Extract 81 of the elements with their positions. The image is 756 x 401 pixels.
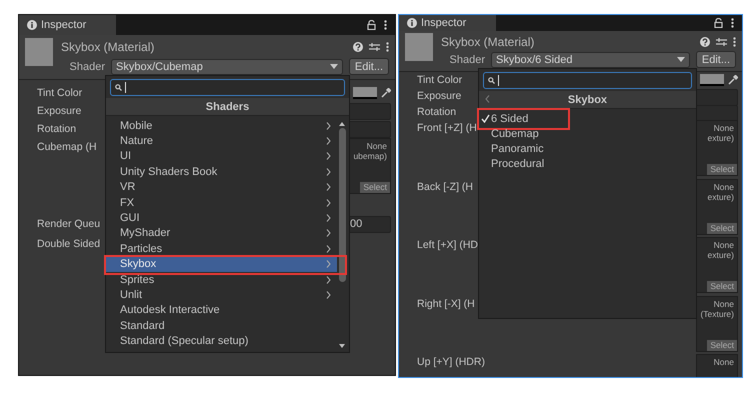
menu-item-label: Standard: [120, 320, 166, 332]
texture-slot[interactable]: None (Texture) Select: [696, 296, 738, 352]
texture-slot[interactable]: None ubemap) Select: [349, 138, 391, 194]
property-label: Right [-X] (H: [417, 296, 475, 312]
shader-label: Shader: [448, 54, 485, 66]
property-label: Cubemap (H: [37, 140, 97, 155]
menu-item[interactable]: Unity Shaders Book: [106, 164, 337, 180]
property-label: Rotation: [37, 122, 76, 137]
property-label: Exposure: [37, 104, 82, 119]
texture-slot[interactable]: None exture) Select: [696, 178, 738, 234]
property-label: Tint Color: [37, 86, 82, 101]
number-field[interactable]: 00: [347, 216, 391, 233]
menu-item[interactable]: 6 Sided: [479, 111, 696, 126]
menu-item-label: Skybox: [120, 258, 158, 270]
menu-item-label: GUI: [120, 212, 141, 224]
menu-item[interactable]: Particles: [106, 241, 337, 257]
menu-item-label: UI: [120, 150, 132, 162]
property-label: Front [+Z] (H: [417, 121, 477, 136]
menu-item-label: Unlit: [120, 288, 144, 301]
menu-item-label: Nature: [120, 135, 154, 148]
slot-text: None: [714, 123, 734, 133]
property-label: Exposure: [417, 89, 462, 104]
property-label: Tint Color: [417, 73, 462, 88]
property-label: Double Sided: [37, 237, 100, 252]
menu-item-label: Particles: [120, 242, 164, 255]
inspector-tab[interactable]: Inspector: [399, 15, 496, 31]
menu-item[interactable]: GUI: [106, 210, 337, 226]
property-label: Left [+X] (HD: [417, 238, 478, 253]
slot-text: exture): [708, 250, 734, 260]
menu-item[interactable]: Autodesk Interactive: [106, 302, 337, 318]
texture-slot[interactable]: None: [696, 354, 738, 377]
texture-slot[interactable]: None exture) Select: [696, 237, 738, 293]
slot-text: exture): [708, 133, 734, 143]
slot-text: (Texture): [700, 308, 734, 318]
menu-title: Skybox: [568, 94, 608, 106]
shader-dropdown[interactable]: Skybox/6 Sided: [491, 52, 690, 68]
menu-item-label: Standard (Specular setup): [120, 335, 250, 348]
inspector-tab[interactable]: Inspector: [19, 15, 116, 35]
menu-item-label: Panoramic: [491, 142, 545, 154]
property-label: Up [+Y] (HDR): [417, 355, 485, 370]
menu-item-label: Cubemap: [491, 128, 540, 140]
menu-item-label: Sprites: [120, 274, 156, 286]
slot-text: None: [714, 357, 734, 367]
material-title: Skybox (Material): [61, 40, 154, 54]
menu-item[interactable]: Sprites: [106, 272, 337, 288]
property-label: Render Queu: [37, 217, 100, 232]
slot-text: None: [714, 298, 734, 308]
texture-slot[interactable]: None exture) Select: [696, 120, 738, 176]
shader-dropdown[interactable]: Skybox/Cubemap: [111, 58, 343, 74]
menu-item[interactable]: Procedural: [479, 156, 696, 171]
menu-item[interactable]: VR: [106, 180, 337, 195]
menu-item-label: Unity Shaders Book: [120, 166, 218, 178]
menu-item[interactable]: MyShader: [106, 226, 337, 242]
menu-item[interactable]: Nature: [106, 133, 337, 149]
menu-item-label: Mobile: [120, 120, 154, 132]
menu-item[interactable]: Cubemap: [479, 126, 696, 141]
menu-item-label: VR: [120, 181, 136, 194]
menu-title: Shaders: [206, 100, 250, 112]
slot-text: ubemap): [353, 151, 387, 161]
shader-label: Shader: [68, 60, 105, 72]
slot-text: None: [714, 240, 734, 250]
material-title: Skybox (Material): [441, 34, 534, 48]
property-label: Rotation: [417, 105, 456, 120]
menu-item-label: MyShader: [120, 227, 172, 240]
menu-item[interactable]: FX: [106, 194, 337, 210]
menu-item[interactable]: Panoramic: [479, 141, 696, 156]
menu-item[interactable]: Standard (Specular setup): [106, 333, 337, 349]
edit-button[interactable]: Edit...: [348, 58, 389, 75]
menu-item-label: Procedural: [491, 158, 546, 170]
menu-item[interactable]: Unlit: [106, 287, 337, 303]
menu-item-label: Autodesk Interactive: [120, 304, 221, 316]
property-label: Back [-Z] (H: [417, 180, 474, 194]
slot-text: None: [366, 141, 387, 151]
slot-text: exture): [708, 192, 734, 202]
edit-button[interactable]: Edit...: [696, 51, 736, 68]
menu-item-label: FX: [120, 196, 136, 209]
menu-item[interactable]: UI: [106, 148, 337, 164]
slot-text: None: [714, 182, 734, 192]
menu-item-label: 6 Sided: [491, 112, 530, 124]
menu-item[interactable]: Mobile: [106, 118, 337, 134]
menu-item[interactable]: Standard: [106, 318, 337, 334]
